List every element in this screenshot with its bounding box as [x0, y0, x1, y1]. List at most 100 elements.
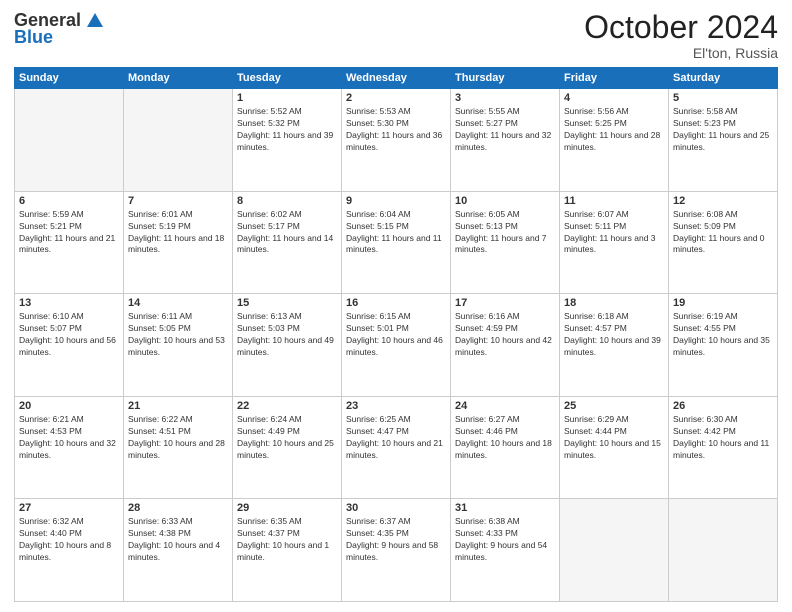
day-info: Sunrise: 6:35 AMSunset: 4:37 PMDaylight:… — [237, 516, 337, 564]
day-number: 28 — [128, 502, 228, 514]
day-info-line: Daylight: 11 hours and 18 minutes. — [128, 233, 228, 257]
table-row: 18Sunrise: 6:18 AMSunset: 4:57 PMDayligh… — [560, 294, 669, 397]
day-info-line: Sunrise: 5:58 AM — [673, 106, 773, 118]
day-info-line: Sunrise: 6:04 AM — [346, 209, 446, 221]
day-info: Sunrise: 6:32 AMSunset: 4:40 PMDaylight:… — [19, 516, 119, 564]
day-info: Sunrise: 6:18 AMSunset: 4:57 PMDaylight:… — [564, 311, 664, 359]
day-info-line: Sunrise: 6:37 AM — [346, 516, 446, 528]
day-info-line: Sunset: 4:59 PM — [455, 323, 555, 335]
day-info-line: Daylight: 10 hours and 46 minutes. — [346, 335, 446, 359]
day-info-line: Sunset: 4:49 PM — [237, 426, 337, 438]
col-monday: Monday — [124, 68, 233, 89]
day-info-line: Sunrise: 5:52 AM — [237, 106, 337, 118]
header: General Blue October 2024 El'ton, Russia — [14, 10, 778, 61]
day-info: Sunrise: 5:52 AMSunset: 5:32 PMDaylight:… — [237, 106, 337, 154]
day-info-line: Daylight: 10 hours and 49 minutes. — [237, 335, 337, 359]
day-info-line: Sunset: 4:53 PM — [19, 426, 119, 438]
day-info-line: Daylight: 10 hours and 39 minutes. — [564, 335, 664, 359]
day-info-line: Sunset: 4:51 PM — [128, 426, 228, 438]
day-number: 17 — [455, 297, 555, 309]
day-info: Sunrise: 6:25 AMSunset: 4:47 PMDaylight:… — [346, 414, 446, 462]
day-info-line: Sunrise: 5:56 AM — [564, 106, 664, 118]
day-info: Sunrise: 6:21 AMSunset: 4:53 PMDaylight:… — [19, 414, 119, 462]
day-info-line: Sunset: 5:17 PM — [237, 221, 337, 233]
day-info-line: Sunrise: 6:19 AM — [673, 311, 773, 323]
day-info-line: Daylight: 10 hours and 4 minutes. — [128, 540, 228, 564]
day-info-line: Sunset: 5:32 PM — [237, 118, 337, 130]
table-row: 13Sunrise: 6:10 AMSunset: 5:07 PMDayligh… — [15, 294, 124, 397]
day-info-line: Daylight: 11 hours and 14 minutes. — [237, 233, 337, 257]
table-row: 2Sunrise: 5:53 AMSunset: 5:30 PMDaylight… — [342, 89, 451, 192]
day-number: 4 — [564, 92, 664, 104]
day-info-line: Sunrise: 6:29 AM — [564, 414, 664, 426]
day-info-line: Sunset: 5:25 PM — [564, 118, 664, 130]
col-wednesday: Wednesday — [342, 68, 451, 89]
calendar-header-row: Sunday Monday Tuesday Wednesday Thursday… — [15, 68, 778, 89]
day-info: Sunrise: 6:15 AMSunset: 5:01 PMDaylight:… — [346, 311, 446, 359]
day-info-line: Daylight: 9 hours and 58 minutes. — [346, 540, 446, 564]
day-number: 14 — [128, 297, 228, 309]
logo-blue: Blue — [14, 27, 53, 48]
day-info-line: Sunrise: 6:25 AM — [346, 414, 446, 426]
calendar-week-row: 13Sunrise: 6:10 AMSunset: 5:07 PMDayligh… — [15, 294, 778, 397]
table-row: 28 Sunrise: 6:33 AMSunset: 4:38 PMDayligh… — [124, 499, 233, 602]
day-info-line: Sunset: 4:33 PM — [455, 528, 555, 540]
day-info-line: Sunrise: 6:02 AM — [237, 209, 337, 221]
table-row: 3Sunrise: 5:55 AMSunset: 5:27 PMDaylight… — [451, 89, 560, 192]
day-info-line: Sunrise: 6:10 AM — [19, 311, 119, 323]
table-row: 15Sunrise: 6:13 AMSunset: 5:03 PMDayligh… — [233, 294, 342, 397]
day-info: Sunrise: 6:07 AMSunset: 5:11 PMDaylight:… — [564, 209, 664, 257]
table-row — [560, 499, 669, 602]
day-info-line: Sunrise: 6:30 AM — [673, 414, 773, 426]
calendar-week-row: 27 Sunrise: 6:32 AMSunset: 4:40 PMDayligh… — [15, 499, 778, 602]
day-info-line: Sunset: 4:55 PM — [673, 323, 773, 335]
table-row: 30Sunrise: 6:37 AMSunset: 4:35 PMDayligh… — [342, 499, 451, 602]
day-info-line: Sunset: 4:38 PM — [128, 528, 228, 540]
table-row: 12Sunrise: 6:08 AMSunset: 5:09 PMDayligh… — [669, 191, 778, 294]
day-info-line: Sunrise: 6:18 AM — [564, 311, 664, 323]
day-info-line: Sunrise: 6:38 AM — [455, 516, 555, 528]
table-row: 8 Sunrise: 6:02 AMSunset: 5:17 PMDaylight… — [233, 191, 342, 294]
table-row: 31Sunrise: 6:38 AMSunset: 4:33 PMDayligh… — [451, 499, 560, 602]
day-info-line: Daylight: 11 hours and 3 minutes. — [564, 233, 664, 257]
day-info: Sunrise: 6:01 AMSunset: 5:19 PMDaylight:… — [128, 209, 228, 257]
day-info-line: Sunset: 5:23 PM — [673, 118, 773, 130]
table-row: 29Sunrise: 6:35 AMSunset: 4:37 PMDayligh… — [233, 499, 342, 602]
day-number: 31 — [455, 502, 555, 514]
col-thursday: Thursday — [451, 68, 560, 89]
day-number: 3 — [455, 92, 555, 104]
day-info: Sunrise: 6:33 AMSunset: 4:38 PMDaylight:… — [128, 516, 228, 564]
day-info-line: Daylight: 10 hours and 21 minutes. — [346, 438, 446, 462]
day-info-line: Daylight: 10 hours and 53 minutes. — [128, 335, 228, 359]
day-number: 13 — [19, 297, 119, 309]
day-info-line: Sunset: 4:42 PM — [673, 426, 773, 438]
day-number: 8 — [237, 195, 337, 207]
day-info-line: Sunset: 5:21 PM — [19, 221, 119, 233]
table-row: 9Sunrise: 6:04 AMSunset: 5:15 PMDaylight… — [342, 191, 451, 294]
day-info: Sunrise: 6:19 AMSunset: 4:55 PMDaylight:… — [673, 311, 773, 359]
day-info-line: Daylight: 10 hours and 1 minute. — [237, 540, 337, 564]
day-info: Sunrise: 6:29 AMSunset: 4:44 PMDaylight:… — [564, 414, 664, 462]
day-number: 27 — [19, 502, 119, 514]
day-info-line: Sunset: 4:47 PM — [346, 426, 446, 438]
day-info-line: Sunset: 5:11 PM — [564, 221, 664, 233]
table-row — [669, 499, 778, 602]
day-info: Sunrise: 5:59 AMSunset: 5:21 PMDaylight:… — [19, 209, 119, 257]
day-info-line: Sunrise: 6:07 AM — [564, 209, 664, 221]
day-info-line: Sunset: 5:13 PM — [455, 221, 555, 233]
table-row: 25Sunrise: 6:29 AMSunset: 4:44 PMDayligh… — [560, 396, 669, 499]
day-info-line: Sunset: 5:27 PM — [455, 118, 555, 130]
location: El'ton, Russia — [584, 45, 778, 61]
day-info: Sunrise: 6:16 AMSunset: 4:59 PMDaylight:… — [455, 311, 555, 359]
table-row: 14Sunrise: 6:11 AMSunset: 5:05 PMDayligh… — [124, 294, 233, 397]
day-number: 12 — [673, 195, 773, 207]
day-info-line: Daylight: 10 hours and 35 minutes. — [673, 335, 773, 359]
day-info-line: Sunset: 5:30 PM — [346, 118, 446, 130]
day-info-line: Daylight: 11 hours and 39 minutes. — [237, 130, 337, 154]
day-info-line: Sunrise: 5:53 AM — [346, 106, 446, 118]
day-info-line: Daylight: 11 hours and 21 minutes. — [19, 233, 119, 257]
day-info-line: Sunrise: 6:22 AM — [128, 414, 228, 426]
day-info-line: Daylight: 11 hours and 36 minutes. — [346, 130, 446, 154]
day-number: 23 — [346, 400, 446, 412]
day-info-line: Daylight: 11 hours and 11 minutes. — [346, 233, 446, 257]
